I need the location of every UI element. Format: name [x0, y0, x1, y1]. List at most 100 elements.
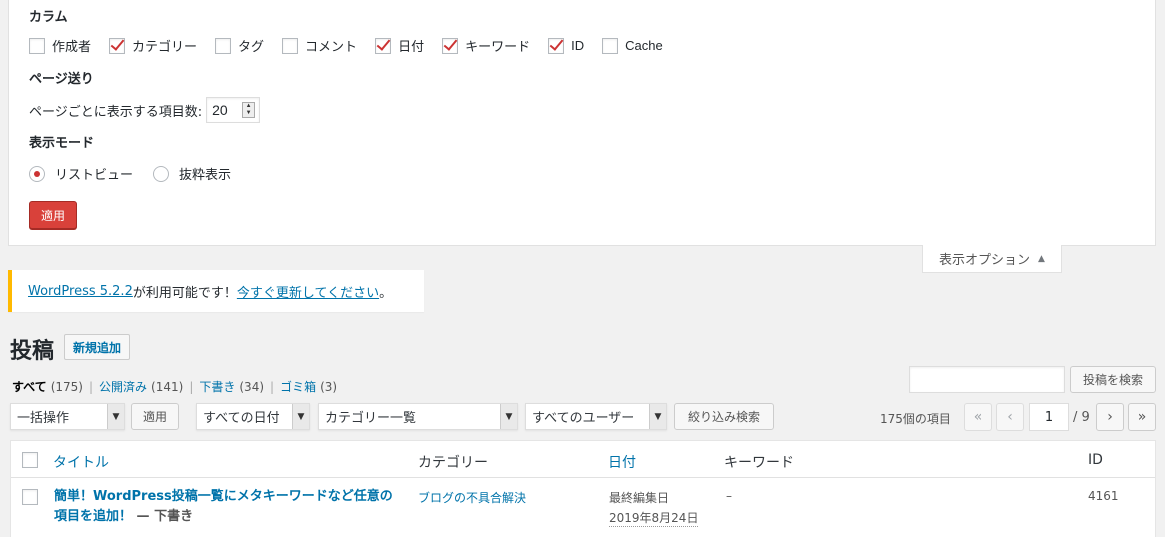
- view-mode-heading: 表示モード: [29, 136, 95, 151]
- radio-label: 抜粋表示: [179, 168, 232, 183]
- chevron-down-icon: ▼: [107, 404, 124, 429]
- per-page-input[interactable]: 20 ▲ ▼: [206, 97, 261, 123]
- radio-button[interactable]: [153, 165, 170, 182]
- checkbox[interactable]: [442, 37, 459, 54]
- posts-table: タイトル カテゴリー 日付 キーワード ID 簡単！WordPress投稿一覧に…: [10, 440, 1156, 537]
- column-toggle-keyword[interactable]: キーワード: [442, 36, 530, 55]
- chevron-down-icon: ▼: [292, 404, 309, 429]
- filter-count: (34): [239, 380, 265, 394]
- post-keyword: –: [726, 489, 732, 503]
- table-header: タイトル カテゴリー 日付 キーワード ID: [11, 441, 1155, 478]
- column-header-id: ID: [1088, 452, 1103, 468]
- filter-count: (3): [320, 380, 338, 394]
- post-title-link[interactable]: 簡単！WordPress投稿一覧にメタキーワードなど任意の項目を追加！: [54, 489, 393, 524]
- columns-checkbox-row: 作成者 カテゴリー タグ コメント 日付 キーワード ID Cache: [29, 36, 681, 55]
- post-title-cell: 簡単！WordPress投稿一覧にメタキーワードなど任意の項目を追加！ — 下書…: [54, 487, 394, 527]
- user-filter-select[interactable]: すべてのユーザー ▼: [525, 403, 667, 430]
- post-search-input[interactable]: [909, 366, 1065, 393]
- row-checkbox[interactable]: [22, 489, 38, 505]
- column-toggle-tag[interactable]: タグ: [215, 36, 264, 55]
- checkbox-label: コメント: [305, 40, 358, 55]
- separator: |: [270, 379, 275, 394]
- screen-options-panel: カラム 作成者 カテゴリー タグ コメント 日付 キーワード ID Cache …: [8, 0, 1156, 246]
- last-page-button[interactable]: »: [1128, 403, 1156, 431]
- status-filters: すべて (175) | 公開済み (141) | 下書き (34) | ゴミ箱 (3): [12, 378, 337, 395]
- checkbox-label: 日付: [398, 40, 425, 55]
- column-header-keyword: キーワード: [724, 455, 794, 471]
- notice-text: が利用可能です！: [132, 285, 237, 301]
- column-toggle-comment[interactable]: コメント: [282, 36, 357, 55]
- post-state: — 下書き: [132, 509, 194, 524]
- chevron-down-icon: ▼: [500, 404, 517, 429]
- notice-text-end: 。: [379, 285, 393, 301]
- radio-label: リストビュー: [55, 168, 134, 183]
- pagination-heading: ページ送り: [29, 72, 94, 87]
- radio-button[interactable]: [29, 165, 45, 182]
- update-notice: WordPress 5.2.2 が利用可能です！ 今すぐ更新してください 。: [8, 270, 424, 312]
- date-filter-select[interactable]: すべての日付 ▼: [196, 403, 310, 430]
- filter-trash[interactable]: ゴミ箱 (3): [280, 378, 337, 395]
- checkbox-label: キーワード: [465, 40, 531, 55]
- checkbox[interactable]: [548, 37, 565, 54]
- column-header-date[interactable]: 日付: [608, 452, 636, 472]
- checkbox[interactable]: [375, 37, 392, 54]
- view-mode-excerpt[interactable]: 抜粋表示: [153, 164, 231, 183]
- column-toggle-date[interactable]: 日付: [375, 36, 424, 55]
- post-date: 2019年8月24日: [609, 511, 699, 527]
- filter-published-label: 公開済み: [99, 380, 148, 394]
- filter-all-label: すべて: [12, 380, 47, 394]
- date-filter-value: すべての日付: [203, 411, 280, 426]
- per-page-setting: ページごとに表示する項目数: 20 ▲ ▼: [29, 97, 261, 123]
- current-page-input[interactable]: 1: [1029, 403, 1069, 431]
- first-page-button: «: [964, 403, 992, 431]
- filter-draft-label: 下書き: [199, 380, 236, 394]
- triangle-up-icon: ▲: [1038, 253, 1045, 264]
- checkbox-label: タグ: [238, 40, 265, 55]
- column-toggle-author[interactable]: 作成者: [29, 36, 91, 55]
- column-header-category: カテゴリー: [418, 455, 488, 471]
- next-page-button[interactable]: ›: [1096, 403, 1124, 431]
- category-filter-select[interactable]: カテゴリー一覧 ▼: [318, 403, 518, 430]
- select-all-checkbox[interactable]: [22, 452, 38, 468]
- checkbox[interactable]: [602, 37, 619, 54]
- per-page-value: 20: [212, 102, 228, 118]
- post-category-link[interactable]: ブログの不具合解決: [418, 489, 526, 506]
- screen-options-apply-button[interactable]: 適用: [29, 201, 77, 229]
- page-title: 投稿: [10, 339, 55, 364]
- bulk-action-value: 一括操作: [17, 411, 70, 426]
- checkbox[interactable]: [282, 37, 299, 54]
- spinner-arrows-icon[interactable]: ▲ ▼: [242, 102, 256, 118]
- screen-options-tab-label: 表示オプション: [939, 253, 1031, 268]
- column-toggle-category[interactable]: カテゴリー: [109, 36, 197, 55]
- total-pages: / 9: [1073, 410, 1090, 425]
- add-new-button[interactable]: 新規追加: [64, 334, 131, 360]
- filter-all[interactable]: すべて (175): [12, 378, 83, 395]
- checkbox[interactable]: [215, 37, 232, 54]
- items-count: 175個の項目: [880, 412, 951, 426]
- user-filter-value: すべてのユーザー: [532, 411, 635, 426]
- filter-count: (175): [50, 380, 83, 394]
- checkbox-label: 作成者: [52, 40, 92, 55]
- filter-count: (141): [151, 380, 184, 394]
- columns-heading: カラム: [29, 10, 68, 25]
- separator: |: [189, 379, 194, 394]
- search-posts-button[interactable]: 投稿を検索: [1070, 366, 1156, 393]
- column-toggle-id[interactable]: ID: [548, 37, 584, 54]
- column-toggle-cache[interactable]: Cache: [602, 37, 663, 54]
- checkbox[interactable]: [109, 37, 126, 54]
- column-header-title[interactable]: タイトル: [53, 452, 109, 472]
- checkbox-label: カテゴリー: [132, 40, 198, 55]
- filter-trash-label: ゴミ箱: [280, 380, 317, 394]
- filter-published[interactable]: 公開済み (141): [99, 378, 183, 395]
- filter-draft[interactable]: 下書き (34): [199, 378, 264, 395]
- screen-options-tab[interactable]: 表示オプション ▲: [922, 245, 1062, 273]
- update-now-link[interactable]: 今すぐ更新してください: [237, 282, 379, 301]
- checkbox[interactable]: [29, 37, 45, 54]
- chevron-down-icon: ▼: [649, 404, 666, 429]
- bulk-apply-button[interactable]: 適用: [131, 403, 179, 430]
- post-date-label: 最終編集日: [609, 491, 670, 505]
- view-mode-list[interactable]: リストビュー: [29, 164, 133, 183]
- wordpress-version-link[interactable]: WordPress 5.2.2: [28, 284, 133, 299]
- filter-button[interactable]: 絞り込み検索: [674, 403, 774, 430]
- bulk-action-select[interactable]: 一括操作 ▼: [10, 403, 125, 430]
